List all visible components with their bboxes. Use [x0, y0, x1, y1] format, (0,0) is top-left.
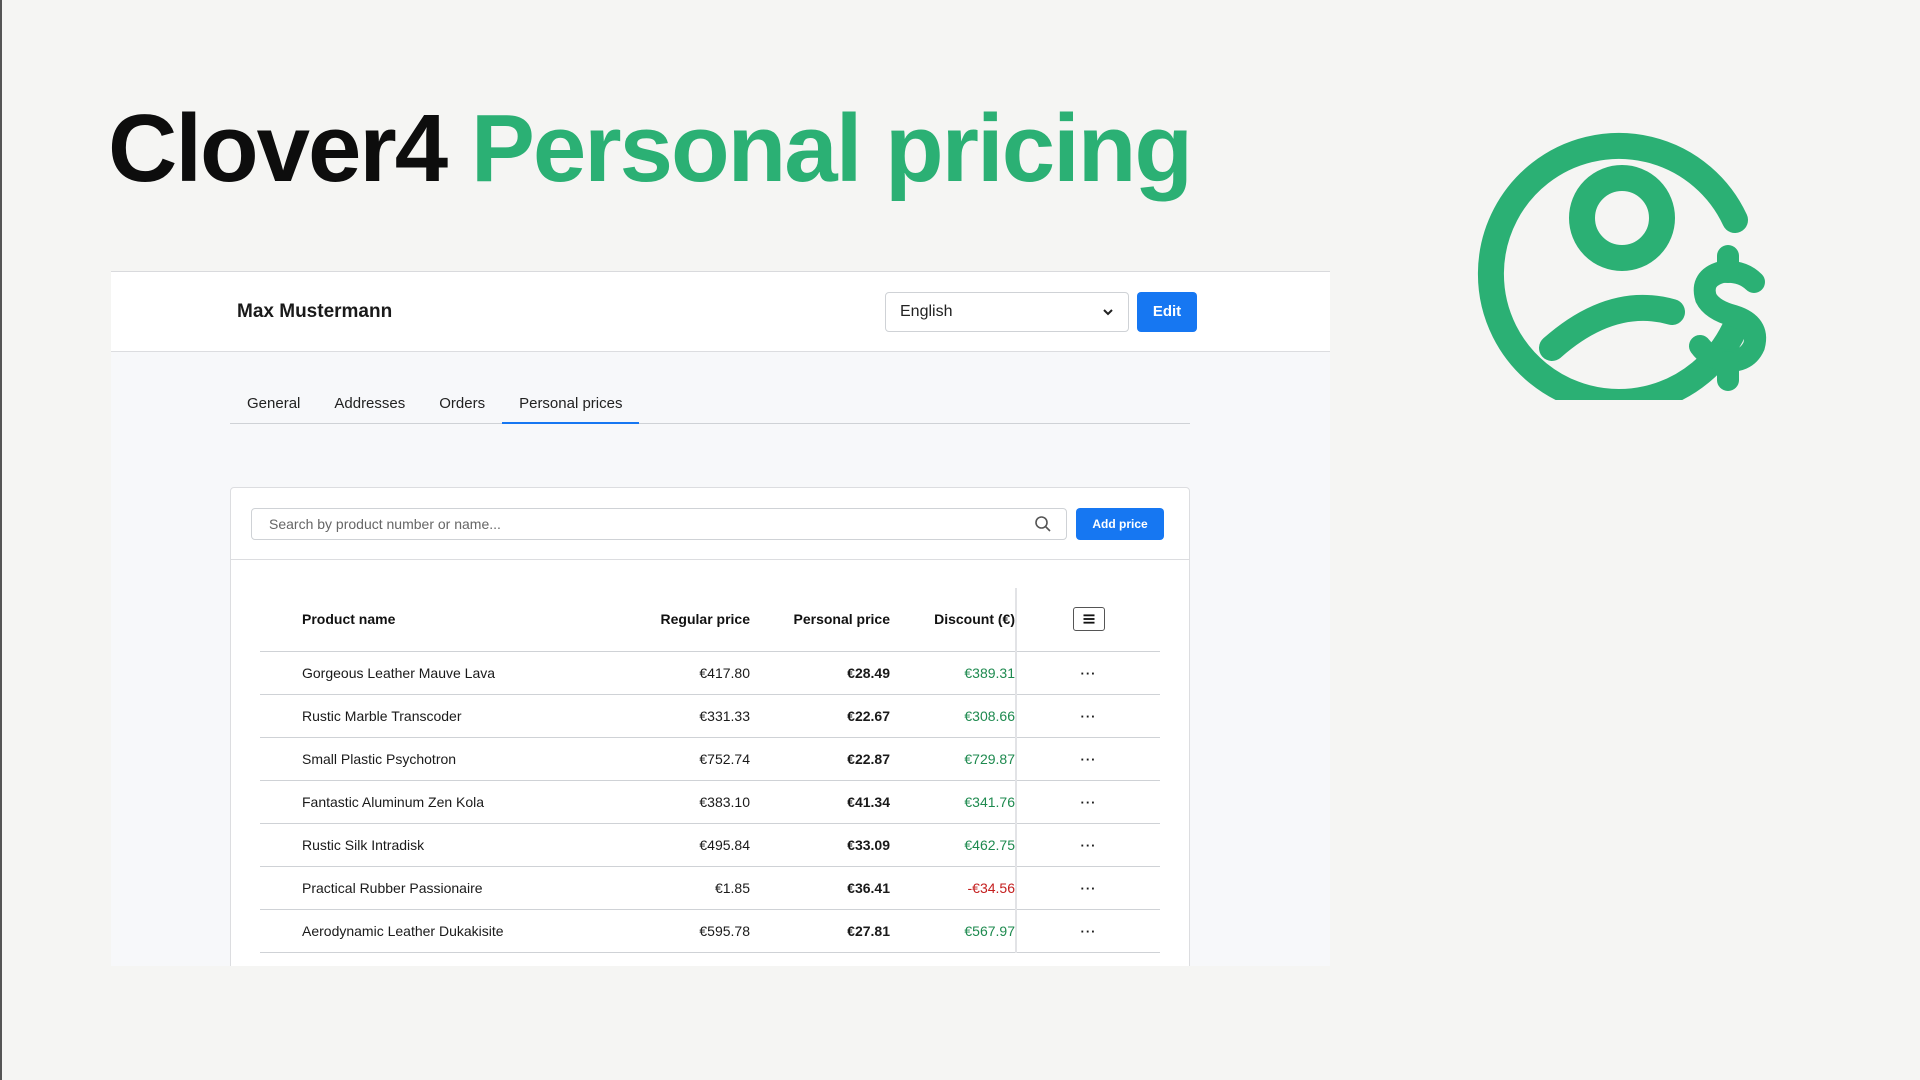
cell-personal-price: €33.09 [750, 823, 890, 867]
prices-toolbar: Search by product number or name... Add … [231, 488, 1189, 560]
customer-panel: Max Mustermann English Edit General Addr… [111, 271, 1330, 966]
tab-addresses[interactable]: Addresses [317, 384, 422, 424]
cell-discount: -€34.56 [890, 866, 1016, 910]
table-row[interactable]: Fantastic Aluminum Zen Kola €383.10 €41.34… [260, 780, 1160, 824]
tab-general[interactable]: General [230, 384, 317, 424]
cell-personal-price: €22.87 [750, 737, 890, 781]
search-input[interactable]: Search by product number or name... [251, 508, 1067, 540]
customer-name: Max Mustermann [237, 301, 393, 322]
cell-discount: €341.76 [890, 780, 1016, 824]
headline-brand: Clover4 [108, 95, 448, 202]
cell-discount: €308.66 [890, 694, 1016, 738]
tab-orders[interactable]: Orders [422, 384, 502, 424]
headline-accent: Personal pricing [470, 95, 1193, 202]
cell-regular-price: €495.84 [610, 823, 750, 867]
search-placeholder: Search by product number or name... [269, 516, 501, 532]
more-horizontal-icon[interactable]: ··· [1081, 666, 1097, 681]
cell-regular-price: €595.78 [610, 909, 750, 953]
header-personal-price[interactable]: Personal price [750, 588, 890, 652]
cell-regular-price: €1.85 [610, 866, 750, 910]
cell-personal-price: €36.41 [750, 866, 890, 910]
header-regular-price[interactable]: Regular price [610, 588, 750, 652]
column-settings-icon [1083, 614, 1094, 624]
row-actions-cell: ··· [1015, 823, 1160, 867]
language-select[interactable]: English [885, 292, 1129, 332]
cell-personal-price: €22.67 [750, 694, 890, 738]
tab-personal-prices[interactable]: Personal prices [502, 384, 640, 424]
row-actions-cell: ··· [1015, 780, 1160, 824]
cell-product-name: Small Plastic Psychotron [260, 737, 610, 781]
cell-personal-price: €28.49 [750, 651, 890, 695]
cell-product-name: Gorgeous Leather Mauve Lava [260, 651, 610, 695]
cell-discount: €462.75 [890, 823, 1016, 867]
cell-personal-price: €27.81 [750, 909, 890, 953]
table-row[interactable]: Gorgeous Leather Mauve Lava €417.80 €28.49… [260, 651, 1160, 695]
edit-button[interactable]: Edit [1137, 292, 1197, 332]
page-headline: Clover4 Personal pricing [108, 95, 1193, 202]
cell-discount: €567.97 [890, 909, 1016, 953]
row-actions-cell: ··· [1015, 694, 1160, 738]
personal-prices-card: Search by product number or name... Add … [230, 487, 1190, 966]
table-header-row: Product name Regular price Personal pric… [260, 588, 1160, 652]
row-actions-cell: ··· [1015, 651, 1160, 695]
row-actions-cell: ··· [1015, 909, 1160, 953]
user-circle-dollar-icon [1477, 133, 1766, 400]
cell-product-name: Fantastic Aluminum Zen Kola [260, 780, 610, 824]
header-discount[interactable]: Discount (€) [890, 588, 1016, 652]
table-row[interactable]: Rustic Silk Intradisk €495.84 €33.09 €462.7… [260, 823, 1160, 867]
cell-discount: €389.31 [890, 651, 1016, 695]
table-row[interactable]: Aerodynamic Leather Dukakisite €595.78 €27… [260, 909, 1160, 953]
more-horizontal-icon[interactable]: ··· [1081, 752, 1097, 767]
cell-product-name: Practical Rubber Passionaire [260, 866, 610, 910]
cell-product-name: Rustic Marble Transcoder [260, 694, 610, 738]
more-horizontal-icon[interactable]: ··· [1081, 795, 1097, 810]
more-horizontal-icon[interactable]: ··· [1081, 924, 1097, 939]
header-actions [1015, 588, 1160, 652]
customer-header: Max Mustermann English Edit [111, 272, 1330, 352]
customer-tabs: General Addresses Orders Personal prices [230, 384, 1190, 424]
table-row[interactable]: Rustic Marble Transcoder €331.33 €22.67 €30… [260, 694, 1160, 738]
row-actions-cell: ··· [1015, 737, 1160, 781]
column-settings-button[interactable] [1072, 607, 1105, 632]
cell-product-name: Aerodynamic Leather Dukakisite [260, 909, 610, 953]
chevron-down-icon [1103, 309, 1113, 316]
language-select-value: English [900, 303, 953, 320]
table-row[interactable]: Small Plastic Psychotron €752.74 €22.87 €72… [260, 737, 1160, 781]
cell-regular-price: €331.33 [610, 694, 750, 738]
more-horizontal-icon[interactable]: ··· [1081, 709, 1097, 724]
cell-regular-price: €752.74 [610, 737, 750, 781]
prices-table: Product name Regular price Personal pric… [260, 588, 1160, 953]
search-icon[interactable] [1034, 515, 1052, 533]
cell-product-name: Rustic Silk Intradisk [260, 823, 610, 867]
header-product-name[interactable]: Product name [260, 588, 610, 652]
cell-regular-price: €383.10 [610, 780, 750, 824]
add-price-button[interactable]: Add price [1076, 508, 1164, 540]
row-actions-cell: ··· [1015, 866, 1160, 910]
more-horizontal-icon[interactable]: ··· [1081, 838, 1097, 853]
cell-regular-price: €417.80 [610, 651, 750, 695]
table-row[interactable]: Practical Rubber Passionaire €1.85 €36.41-… [260, 866, 1160, 910]
more-horizontal-icon[interactable]: ··· [1081, 881, 1097, 896]
cell-personal-price: €41.34 [750, 780, 890, 824]
cell-discount: €729.87 [890, 737, 1016, 781]
